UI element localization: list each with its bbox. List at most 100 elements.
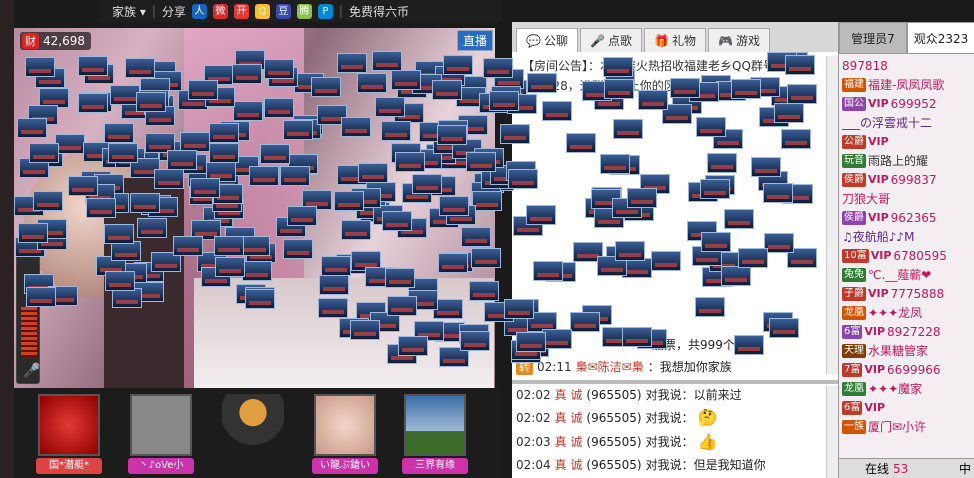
public-message: 转 02:11 梟✉陈洁✉梟 ：我想加你家族 — [516, 358, 732, 375]
user-row[interactable]: 天理 水果糖管家 — [839, 341, 974, 360]
gift-item[interactable]: 三界有缘 — [402, 394, 468, 476]
gift-item[interactable] — [220, 394, 286, 476]
public-chat-scrollbar[interactable] — [826, 56, 838, 374]
user-name: 福建-凤凤凤歌 — [868, 78, 945, 92]
user-row[interactable]: 6富 VIP — [839, 398, 974, 417]
private-chat-scrollbar[interactable] — [826, 386, 838, 478]
user-row[interactable]: 10富 VIP 6780595 — [839, 246, 974, 265]
user-rank-badge: 7富 — [842, 362, 863, 377]
qq-icon[interactable]: P — [317, 3, 333, 19]
user-name: 8927228 — [887, 324, 941, 339]
bench-image — [404, 394, 466, 456]
user-name: 刀狼大哥 — [842, 192, 891, 206]
vip-badge: VIP — [870, 249, 892, 262]
user-name: ___の浮雲戒十二 — [842, 116, 933, 130]
tab-games[interactable]: 🎮 游戏 — [708, 28, 770, 52]
top-toolbar: 家族 ▾ | 分享 人 微 开 Q 豆 腾 P | 免费得六币 — [100, 0, 502, 22]
free-coins-link[interactable]: 免费得六币 — [349, 3, 409, 20]
sender-id: (965505) — [586, 434, 642, 449]
message-sender[interactable]: 真 诚 — [555, 456, 583, 473]
mic-icon: 🎤 — [590, 33, 605, 48]
user-row[interactable]: ♫夜航船♪♪M — [839, 227, 974, 246]
family-menu[interactable]: 家族 ▾ — [112, 3, 146, 20]
vip-badge: VIP — [868, 173, 889, 186]
user-row[interactable]: 龙凰 ✦✦✦魔家 — [839, 379, 974, 398]
message-sender[interactable]: 真 诚 — [555, 433, 583, 450]
separator: | — [151, 4, 156, 18]
tab-viewers[interactable]: 观众2323 — [907, 22, 974, 54]
user-row[interactable]: 玩音 雨路上的耀 — [839, 151, 974, 170]
video-stream[interactable]: 财 42,698 直播 — [14, 28, 495, 388]
user-row[interactable]: 福建 福建-凤凤凤歌 — [839, 75, 974, 94]
user-row[interactable]: 一族 厦门✉小许 — [839, 417, 974, 436]
user-list-panel: 管理员7 观众2323 897818 福建 福建-凤凤凤歌 国公 VIP 699952 __… — [838, 22, 974, 478]
user-row[interactable]: 公爵 VIP — [839, 132, 974, 151]
gift-item[interactable]: 国*潜艇* — [36, 394, 102, 476]
wealth-icon: 财 — [22, 33, 39, 49]
private-message: 02:03 真 诚 (965505) 对我说： 👍 — [516, 432, 718, 451]
live-badge: 直播 — [456, 30, 493, 51]
vip-badge: VIP — [868, 211, 889, 224]
user-rank-badge: 玩音 — [842, 153, 866, 168]
video-shoulder-area — [194, 278, 494, 388]
online-label: 在线 — [865, 462, 890, 476]
tab-song-request[interactable]: 🎤 点歌 — [580, 28, 642, 52]
chat-divider[interactable] — [512, 380, 840, 384]
microphone-icon[interactable]: 🎤 — [23, 363, 40, 379]
user-rank-badge: 龙凰 — [842, 381, 866, 396]
tab-label: 点歌 — [607, 34, 632, 48]
room-notice: 【房间公告】：本家族火热招收福建老乡QQ群号9 435528，进群者带上你的区号… — [522, 56, 822, 96]
emblem-image — [38, 394, 100, 456]
message-sender[interactable]: 梟✉陈洁✉梟 — [576, 358, 644, 375]
user-rank-badge: 福建 — [842, 77, 866, 92]
user-row[interactable]: 子爵 VIP 7775888 — [839, 284, 974, 303]
ticket-message: 船票，共999个 — [652, 336, 735, 353]
douban-icon[interactable]: 豆 — [275, 3, 291, 19]
game-icon: 🎮 — [718, 33, 733, 48]
message-sender[interactable]: 真 诚 — [555, 386, 583, 403]
user-row[interactable]: ___の浮雲戒十二 — [839, 113, 974, 132]
gift-item[interactable]: い龍ぶ鎗い — [312, 394, 378, 476]
user-row[interactable]: 国公 VIP 699952 — [839, 94, 974, 113]
tab-label: 礼物 — [671, 34, 696, 48]
user-rank-badge: 一族 — [842, 419, 866, 434]
user-row[interactable]: 6富 VIP 8927228 — [839, 322, 974, 341]
vip-badge: VIP — [864, 401, 886, 414]
wealth-value: 42,698 — [43, 34, 85, 48]
user-row[interactable]: 侯爵 VIP 962365 — [839, 208, 974, 227]
gift-item[interactable]: 丶♪oVe小 — [128, 394, 194, 476]
user-rank-badge: 10富 — [842, 248, 869, 263]
message-time: 02:04 — [516, 457, 551, 472]
user-row[interactable]: 897818 — [839, 56, 974, 75]
thumbs-up-icon: 👍 — [697, 432, 718, 451]
weibo-icon[interactable]: 微 — [212, 3, 228, 19]
kaixin-icon[interactable]: 开 — [233, 3, 249, 19]
user-row[interactable]: 7富 VIP 6699966 — [839, 360, 974, 379]
message-time: 02:03 — [516, 434, 551, 449]
user-row[interactable]: 侯爵 VIP 699837 — [839, 170, 974, 189]
wealth-counter: 财 42,698 — [20, 32, 91, 50]
user-row[interactable]: 兔兔 ℃.__薤蕲❤ — [839, 265, 974, 284]
tab-admins[interactable]: 管理员7 — [839, 22, 907, 54]
user-row[interactable]: 刀狼大哥 — [839, 189, 974, 208]
user-rank-badge: 公爵 — [842, 134, 866, 149]
user-row[interactable]: 龙凰 ✦✦✦龙凤 — [839, 303, 974, 322]
user-list-tabs: 管理员7 观众2323 — [839, 22, 974, 54]
tab-gifts[interactable]: 🎁 礼物 — [644, 28, 706, 52]
relay-badge: 转 — [516, 358, 533, 375]
user-name: 雨路上的耀 — [868, 154, 929, 168]
user-list: 897818 福建 福建-凤凤凤歌 国公 VIP 699952 ___の浮雲戒十二 公爵 VIP… — [839, 56, 974, 436]
tab-public-chat[interactable]: 💬 公聊 — [516, 28, 578, 52]
tencent-weibo-icon[interactable]: 腾 — [296, 3, 312, 19]
user-name: 厦门✉小许 — [868, 420, 927, 434]
renren-icon[interactable]: 人 — [191, 3, 207, 19]
gift-label: 丶♪oVe小 — [128, 458, 194, 474]
user-name: 962365 — [890, 210, 937, 225]
user-rank-badge: 侯爵 — [842, 210, 866, 225]
mic-volume-bar[interactable]: 🎤 — [16, 252, 40, 384]
qzone-icon[interactable]: Q — [254, 3, 270, 19]
user-rank-badge: 子爵 — [842, 286, 866, 301]
message-sender[interactable]: 真 诚 — [555, 409, 583, 426]
baby-image — [314, 394, 376, 456]
share-label: 分享 — [161, 4, 186, 19]
